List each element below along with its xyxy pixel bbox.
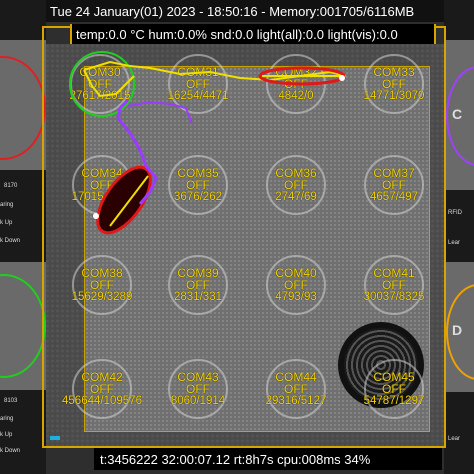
yellow-track-top [83,60,347,82]
animal-a-green-ring [69,51,135,117]
header-datetime-memory: Tue 24 January(01) 2023 - 18:50:16 - Mem… [46,0,444,22]
footer-status: t:3456222 32:00:07.12 rt:8h7s cpu:008ms … [94,448,442,470]
header-sensor-readout: temp:0.0 °C hum:0.0% snd:0.0 light(all):… [70,24,436,44]
tracking-overlay [69,51,347,235]
animal-c-nose [93,213,99,219]
animal-b-nose [339,75,345,81]
animal-a-purple-track-2 [127,100,193,125]
yellow-track-left [83,69,135,98]
cyan-marker [50,436,60,440]
